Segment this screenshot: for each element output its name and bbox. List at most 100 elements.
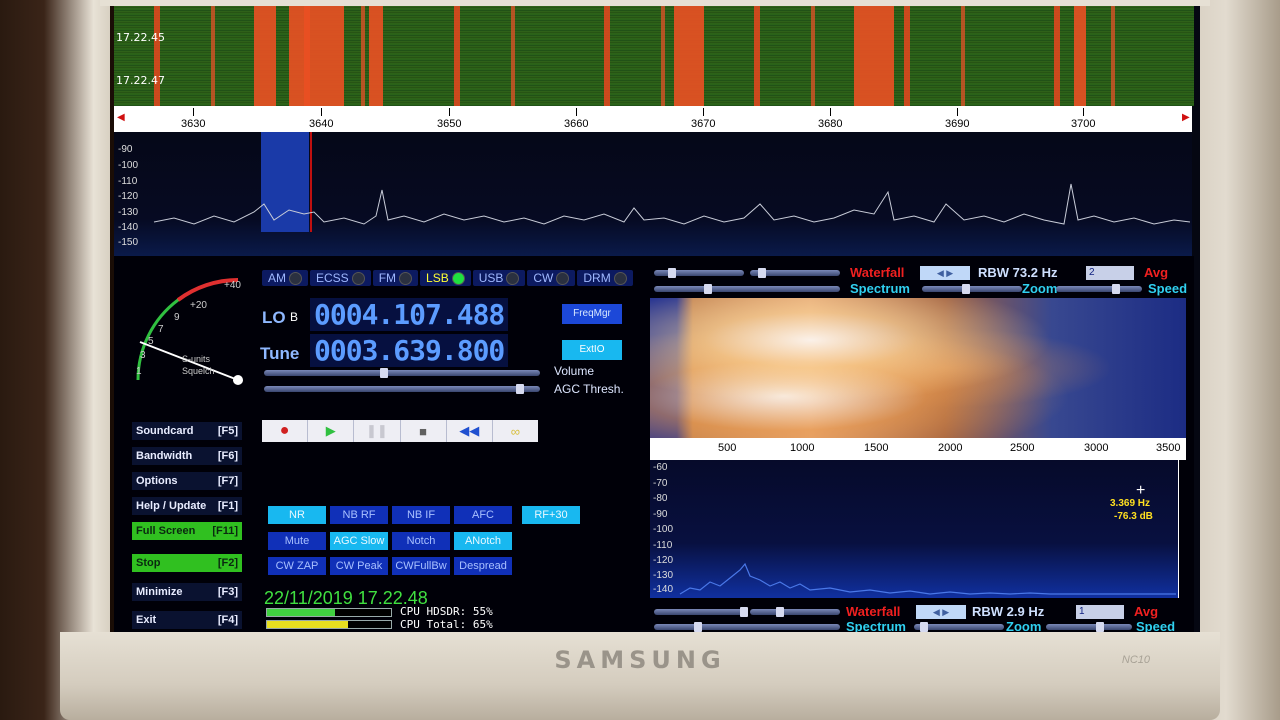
- cursor-db-readout: -76.3 dB: [1114, 511, 1153, 522]
- stop-playback-button[interactable]: ■: [401, 420, 447, 442]
- slider-handle[interactable]: [740, 607, 748, 617]
- rf-waterfall-slider[interactable]: [750, 268, 840, 278]
- mode-lsb-button[interactable]: LSB: [420, 270, 471, 286]
- af-waterfall-label: Waterfall: [846, 604, 901, 619]
- record-button[interactable]: ●: [262, 420, 309, 442]
- slider-handle[interactable]: [1096, 622, 1104, 632]
- rf-avg-select[interactable]: 2: [1086, 266, 1134, 280]
- s-meter-scale-label: 7: [158, 324, 164, 335]
- slider-handle[interactable]: [776, 607, 784, 617]
- mute-button[interactable]: Mute: [268, 532, 326, 550]
- af-spectrum[interactable]: -60 -70 -80 -90 -100 -110 -120 -130 -140…: [650, 460, 1179, 598]
- control-panel: +40 +20 9 7 5 3 1 S-units Squelch AM ECS…: [114, 256, 1194, 632]
- loop-button[interactable]: ∞: [493, 420, 538, 442]
- rewind-button[interactable]: ◀◀: [447, 420, 493, 442]
- rf-frequency-scale[interactable]: ◀ 3630 3640 3650 3660 3670 3680 3690 370…: [114, 106, 1192, 132]
- rf-rbw-label[interactable]: RBW 73.2 Hz: [978, 265, 1057, 280]
- stop-button[interactable]: Stop [F2]: [132, 554, 242, 572]
- agc-threshold-slider[interactable]: [264, 384, 540, 394]
- help-update-button[interactable]: Help / Update [F1]: [132, 497, 242, 515]
- af-rbw-label[interactable]: RBW 2.9 Hz: [972, 604, 1044, 619]
- pause-button[interactable]: ❚❚: [354, 420, 401, 442]
- af-frequency-scale[interactable]: 500 1000 1500 2000 2500 3000 3500: [650, 438, 1186, 460]
- bandwidth-button[interactable]: Bandwidth [F6]: [132, 447, 242, 465]
- options-button[interactable]: Options [F7]: [132, 472, 242, 490]
- despread-button[interactable]: Despread: [454, 557, 512, 575]
- hdsdr-screen: 17.22.45 17.22.47 ◀ 3630 3640 3650 3660 …: [114, 6, 1200, 632]
- slider-handle[interactable]: [962, 284, 970, 294]
- slider-handle[interactable]: [758, 268, 766, 278]
- freqmgr-button[interactable]: FreqMgr: [562, 304, 622, 324]
- rf-plus30-button[interactable]: RF+30: [522, 506, 580, 524]
- slider-handle[interactable]: [704, 284, 712, 294]
- rbw-arrows-icon[interactable]: ◀ ▶: [920, 266, 970, 280]
- cpu-hdsdr-fill: [267, 609, 336, 616]
- af-waterfall[interactable]: [650, 298, 1186, 438]
- nb-rf-button[interactable]: NB RF: [330, 506, 388, 524]
- mode-led-icon: [289, 271, 302, 285]
- agc-threshold-label: AGC Thresh.: [554, 382, 624, 396]
- slider-handle[interactable]: [694, 622, 702, 632]
- extio-button[interactable]: ExtIO: [562, 340, 622, 360]
- af-spectrum-trace: [679, 562, 1176, 595]
- afc-button[interactable]: AFC: [454, 506, 512, 524]
- s-meter-scale-label: 9: [174, 312, 180, 323]
- waterfall-time-label: 17.22.45: [116, 31, 165, 44]
- rf-spectrum-slider[interactable]: [654, 284, 840, 294]
- scroll-right-icon[interactable]: ▶: [1182, 112, 1190, 123]
- anotch-button[interactable]: ANotch: [454, 532, 512, 550]
- exit-button[interactable]: Exit [F4]: [132, 611, 242, 629]
- rf-speed-label: Speed: [1148, 281, 1188, 296]
- cw-fullbw-button[interactable]: CWFullBw: [392, 557, 450, 575]
- full-screen-button[interactable]: Full Screen [F11]: [132, 522, 242, 540]
- af-tick-label: 1500: [864, 442, 889, 454]
- minimize-button[interactable]: Minimize [F3]: [132, 583, 242, 601]
- waterfall-signal-trace: [254, 6, 276, 106]
- mode-label: DRM: [583, 271, 611, 285]
- af-avg-select[interactable]: 1: [1076, 605, 1124, 619]
- cw-zap-button[interactable]: CW ZAP: [268, 557, 326, 575]
- rf-zoom-label: Zoom: [1022, 281, 1058, 296]
- slider-handle[interactable]: [516, 384, 524, 394]
- lo-frequency-display[interactable]: 0004.107.488: [310, 298, 509, 331]
- mode-am-button[interactable]: AM: [262, 270, 308, 286]
- af-spectrum-slider[interactable]: [654, 622, 840, 632]
- laptop-bezel-right: [1190, 0, 1280, 720]
- rf-speed-slider[interactable]: [1056, 284, 1142, 294]
- af-waterfall-slider[interactable]: [750, 607, 840, 617]
- af-rbw-arrows-icon[interactable]: ◀ ▶: [916, 605, 966, 619]
- nb-if-button[interactable]: NB IF: [392, 506, 450, 524]
- notch-button[interactable]: Notch: [392, 532, 450, 550]
- rf-spectrum[interactable]: -90 -100 -110 -120 -130 -140 -150: [114, 132, 1192, 256]
- slider-handle[interactable]: [380, 368, 388, 378]
- laptop-model-label: NC10: [1121, 654, 1150, 666]
- rf-zoom-slider[interactable]: [922, 284, 1022, 294]
- af-speed-slider[interactable]: [1046, 622, 1132, 632]
- waterfall-signal-trace: [369, 6, 383, 106]
- volume-slider[interactable]: [264, 368, 540, 378]
- nr-button[interactable]: NR: [268, 506, 326, 524]
- rf-waterfall[interactable]: 17.22.45 17.22.47: [114, 6, 1194, 106]
- hotkey-label: [F11]: [212, 525, 238, 537]
- af-zoom-slider[interactable]: [914, 622, 1004, 632]
- play-button[interactable]: ▶: [308, 420, 355, 442]
- slider-handle[interactable]: [920, 622, 928, 632]
- record-icon: ●: [279, 422, 290, 439]
- slider-handle[interactable]: [1112, 284, 1120, 294]
- mode-drm-button[interactable]: DRM: [577, 270, 633, 286]
- mode-fm-button[interactable]: FM: [372, 270, 419, 286]
- squelch-label[interactable]: Squelch: [182, 366, 215, 376]
- cw-peak-button[interactable]: CW Peak: [330, 557, 388, 575]
- agc-slow-button[interactable]: AGC Slow: [330, 532, 388, 550]
- soundcard-button[interactable]: Soundcard [F5]: [132, 422, 242, 440]
- waterfall-signal-trace: [674, 6, 704, 106]
- tune-frequency-display[interactable]: 0003.639.800: [310, 334, 509, 367]
- rf-waterfall-slider[interactable]: [654, 268, 744, 278]
- mode-ecss-button[interactable]: ECSS: [310, 270, 371, 286]
- mode-usb-button[interactable]: USB: [472, 270, 526, 286]
- slider-handle[interactable]: [668, 268, 676, 278]
- scroll-left-icon[interactable]: ◀: [117, 112, 125, 123]
- af-waterfall-slider[interactable]: [654, 607, 748, 617]
- laptop-brand-logo: SAMSUNG: [554, 646, 726, 674]
- mode-cw-button[interactable]: CW: [527, 270, 576, 286]
